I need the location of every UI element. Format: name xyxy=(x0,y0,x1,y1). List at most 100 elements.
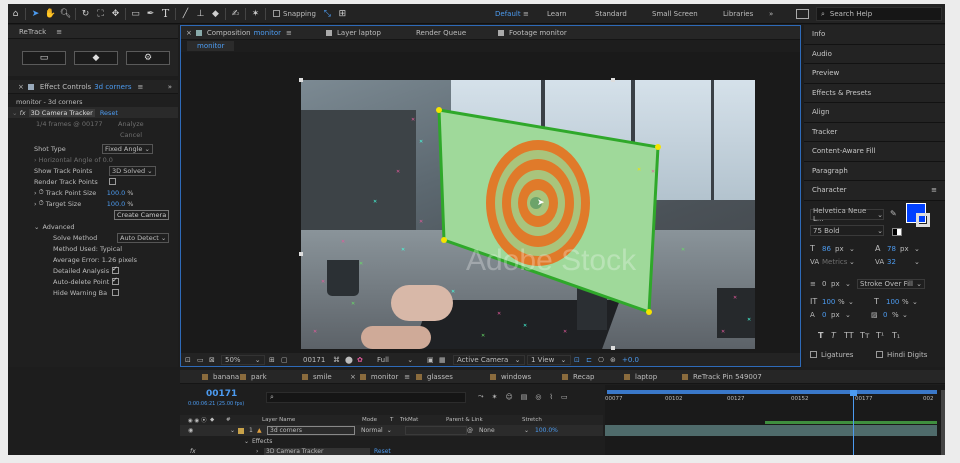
auto-delete-checkbox[interactable] xyxy=(112,276,119,285)
panel-content-aware-fill[interactable]: Content-Aware Fill xyxy=(804,142,945,162)
comp-breadcrumb[interactable]: monitor xyxy=(187,41,235,51)
frame-blending-icon[interactable]: ▤ xyxy=(521,393,528,401)
kerning-value[interactable]: Metrics xyxy=(822,258,849,266)
magnification-dropdown[interactable]: 50% ⌄ xyxy=(221,354,265,365)
workspace-menu-icon[interactable]: ≡ xyxy=(523,10,547,18)
advanced-label[interactable]: Advanced xyxy=(42,223,74,231)
toggle-pixel-icon[interactable]: ⊡ xyxy=(574,356,586,364)
snapshot-icon[interactable]: ⌘ xyxy=(333,356,345,364)
chevron-down-icon[interactable]: ⌄ xyxy=(849,245,875,253)
faux-bold-button[interactable]: T xyxy=(818,331,831,340)
workspace-small-screen[interactable]: Small Screen xyxy=(652,10,723,18)
baseline-shift-value[interactable]: 0 xyxy=(822,311,828,319)
chevron-down-icon[interactable]: ⌄ xyxy=(12,109,17,117)
stopwatch-icon[interactable]: ⏱ xyxy=(39,188,44,197)
retrack-button-2[interactable]: ◆ xyxy=(74,51,118,65)
stroke-color-swatch[interactable] xyxy=(916,213,930,227)
views-dropdown[interactable]: 1 View ⌄ xyxy=(527,354,571,365)
effect-controls-tab-label[interactable]: Effect Controls xyxy=(40,83,91,91)
track-point[interactable]: ✕ xyxy=(411,118,415,123)
track-point[interactable]: ✕ xyxy=(523,324,527,329)
hand-tool-icon[interactable]: ✋ xyxy=(43,6,58,22)
font-family-dropdown[interactable]: Helvetica Neue L... ⌄ xyxy=(810,207,884,223)
track-point[interactable]: ✕ xyxy=(313,330,317,335)
timeline-tab-windows[interactable]: windows xyxy=(490,370,562,384)
color-icon[interactable]: ✿ xyxy=(357,356,369,364)
timeline-scrollbar[interactable] xyxy=(941,390,945,455)
puppet-pin-tool-icon[interactable]: ✶ xyxy=(248,6,263,22)
always-preview-icon[interactable]: ⊡ xyxy=(185,356,197,364)
mask-icon[interactable]: ⊠ xyxy=(209,356,221,364)
corner-pin[interactable] xyxy=(646,309,652,315)
layer-row[interactable]: ◉ ⌄ 1 ▲ 3d corners Normal ⌄ @ None ⌄ 100… xyxy=(180,425,603,436)
timeline-tab-glasses[interactable]: glasses xyxy=(416,370,490,384)
create-camera-button[interactable]: Create Camera xyxy=(114,209,170,220)
current-time-display[interactable]: 00171 xyxy=(206,389,237,399)
track-point[interactable]: ✕ xyxy=(419,220,423,225)
expand-arrow-icon[interactable]: › xyxy=(256,448,264,455)
track-point[interactable]: ✕ xyxy=(747,318,751,323)
chevron-down-icon[interactable]: ⌄ xyxy=(912,298,918,306)
effect-controls-target[interactable]: 3d corners xyxy=(94,83,131,91)
panel-tracker[interactable]: Tracker xyxy=(804,122,945,142)
region-of-interest-icon[interactable]: ▣ xyxy=(427,356,439,364)
timeline-tab-retrack-pin-549007[interactable]: ReTrack Pin 549007 xyxy=(682,370,782,384)
chevron-down-icon[interactable]: ⌄ xyxy=(902,311,908,319)
tracking-value[interactable]: 32 xyxy=(887,258,914,266)
corner-pin[interactable] xyxy=(441,237,447,243)
panel-menu-icon[interactable]: ≡ xyxy=(56,28,62,36)
track-point[interactable]: ✕ xyxy=(396,170,400,175)
ligatures-checkbox[interactable] xyxy=(810,351,817,358)
resolution-dropdown[interactable]: Full ⌄ xyxy=(369,356,427,364)
render-icon[interactable]: ▭ xyxy=(561,393,568,401)
panel-effects-presets[interactable]: Effects & Presets xyxy=(804,83,945,103)
reset-exposure-icon[interactable]: ⊛ xyxy=(610,356,622,364)
track-point[interactable]: ✕ xyxy=(563,330,567,335)
layer-duration-bar[interactable] xyxy=(605,425,937,436)
current-time-field[interactable]: 00171 xyxy=(295,356,333,364)
layer-name[interactable]: 3d corners xyxy=(267,426,355,435)
track-point[interactable]: ✕ xyxy=(651,170,655,175)
panel-paragraph[interactable]: Paragraph xyxy=(804,161,945,181)
motion-blur-icon[interactable]: ◎ xyxy=(535,393,541,401)
timeline-tab-recap[interactable]: Recap xyxy=(562,370,624,384)
layer-name-header[interactable]: Layer Name xyxy=(262,417,362,423)
close-icon[interactable]: × xyxy=(350,373,356,381)
transparency-grid-icon[interactable]: ▦ xyxy=(439,356,453,364)
panel-menu-icon[interactable]: ≡ xyxy=(404,373,410,381)
effect-reset-link[interactable]: Reset xyxy=(100,109,118,117)
expand-arrow-icon[interactable]: › xyxy=(34,200,37,208)
faux-italic-button[interactable]: T xyxy=(831,331,844,340)
superscript-button[interactable]: T¹ xyxy=(876,331,892,340)
solve-method-dropdown[interactable]: Auto Detect ⌄ xyxy=(117,232,170,243)
tsume-value[interactable]: 0 xyxy=(883,311,889,319)
chevron-down-icon[interactable]: ⌄ xyxy=(244,438,252,445)
shot-type-dropdown[interactable]: Fixed Angle ⌄ xyxy=(102,143,153,154)
rotate-tool-icon[interactable]: ↻ xyxy=(78,6,93,22)
type-tool-icon[interactable]: T xyxy=(158,6,173,22)
layer-handle[interactable] xyxy=(299,252,303,256)
chevron-down-icon[interactable]: ⌄ xyxy=(849,258,875,266)
lock-icon[interactable] xyxy=(27,83,34,90)
black-white-swatches-icon[interactable] xyxy=(892,228,902,236)
track-point[interactable]: ✕ xyxy=(401,248,405,253)
target-size-value[interactable]: 100.0 xyxy=(107,200,126,208)
small-caps-button[interactable]: Tт xyxy=(860,331,876,340)
vertical-scale-value[interactable]: 100 xyxy=(822,298,836,306)
detailed-analysis-checkbox[interactable] xyxy=(112,265,119,274)
composition-mini-flowchart-icon[interactable]: ⤳ xyxy=(478,392,484,401)
track-point[interactable]: ✕ xyxy=(373,200,377,205)
track-point[interactable]: ✕ xyxy=(681,248,685,253)
playhead-line[interactable] xyxy=(853,391,854,455)
fast-previews-icon[interactable]: ⊏ xyxy=(586,356,598,364)
search-help-field[interactable]: ⌕ Search Help xyxy=(816,7,942,21)
pen-tool-icon[interactable]: ✒ xyxy=(143,6,158,22)
layer-mode-dropdown[interactable]: Normal ⌄ xyxy=(361,427,405,434)
font-size-value[interactable]: 86 xyxy=(822,245,832,253)
workspace-overflow-icon[interactable]: » xyxy=(769,10,787,18)
tab-render-queue[interactable]: Render Queue xyxy=(416,26,498,40)
track-point[interactable]: ✕ xyxy=(419,140,423,145)
trkmat-dropdown[interactable] xyxy=(405,426,467,435)
pickwhip-icon[interactable]: @ xyxy=(467,427,479,434)
stopwatch-icon[interactable]: ⏱ xyxy=(39,199,44,208)
